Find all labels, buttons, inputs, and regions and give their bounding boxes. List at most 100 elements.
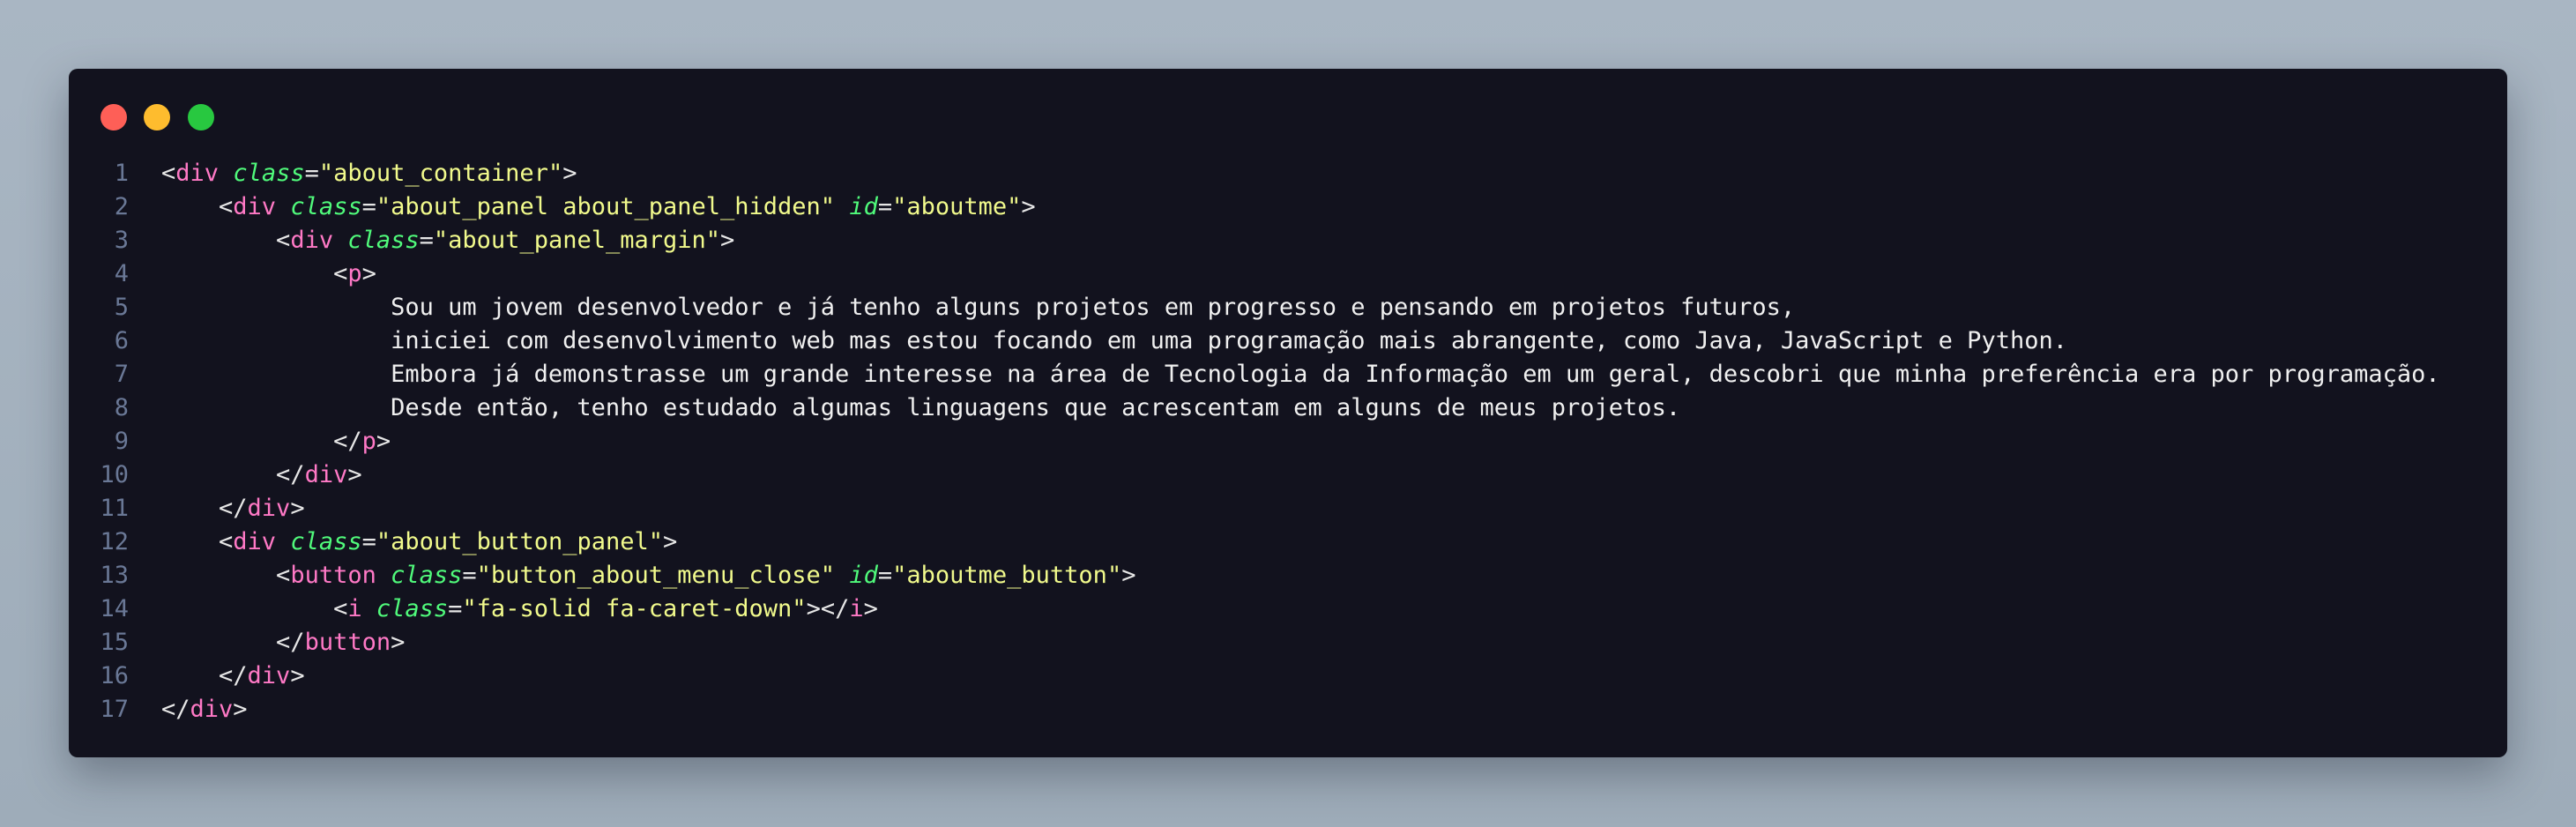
code-string: "about_container" xyxy=(318,160,563,187)
code-content: <div class="about_panel_margin"> xyxy=(161,224,734,257)
code-block: 1 <div class="about_container"> 2 <div cla… xyxy=(69,157,2507,726)
line-number: 10 xyxy=(100,461,129,488)
code-content: </div> xyxy=(161,659,305,693)
code-punctuation: = xyxy=(462,562,477,589)
line-number: 5 xyxy=(114,294,129,321)
code-tag-name: div xyxy=(175,160,220,187)
window-titlebar xyxy=(69,69,2507,157)
code-punctuation: > xyxy=(1121,562,1136,589)
code-tag-name: div xyxy=(304,461,348,488)
code-attribute: class xyxy=(233,160,305,187)
code-content: </div> xyxy=(161,492,305,525)
code-tag-name: div xyxy=(233,528,277,555)
code-string: "fa-solid fa-caret-down" xyxy=(462,595,807,622)
code-punctuation: < xyxy=(219,528,234,555)
code-window: 1 <div class="about_container"> 2 <div cla… xyxy=(69,69,2507,757)
code-content: </p> xyxy=(161,425,391,458)
code-content: <p> xyxy=(161,257,376,291)
code-content: <div class="about_container"> xyxy=(161,157,577,190)
code-punctuation: ></ xyxy=(806,595,850,622)
maximize-window-button[interactable] xyxy=(188,104,214,130)
code-punctuation: > xyxy=(233,696,248,723)
code-tag-name: button xyxy=(304,629,391,656)
code-string: "about_panel about_panel_hidden" xyxy=(376,193,836,220)
code-attribute: class xyxy=(347,227,420,254)
code-punctuation xyxy=(362,595,376,622)
code-punctuation: < xyxy=(276,227,291,254)
line-number: 12 xyxy=(100,528,129,555)
code-line: 4 <p> xyxy=(69,257,2507,291)
code-tag-name: div xyxy=(233,193,277,220)
code-line: 7 Embora já demonstrasse um grande inter… xyxy=(69,358,2507,391)
line-number: 11 xyxy=(100,495,129,522)
code-line: 9 </p> xyxy=(69,425,2507,458)
line-number: 13 xyxy=(100,562,129,589)
code-content: </div> xyxy=(161,458,362,492)
code-line: 16 </div> xyxy=(69,659,2507,693)
code-attribute: class xyxy=(290,193,362,220)
code-punctuation: = xyxy=(361,193,376,220)
code-line: 6 iniciei com desenvolvimento web mas es… xyxy=(69,324,2507,358)
code-tag-name: i xyxy=(347,595,362,622)
code-punctuation: < xyxy=(333,595,348,622)
code-text: iniciei com desenvolvimento web mas esto… xyxy=(391,327,2067,354)
code-punctuation: > xyxy=(391,629,406,656)
code-punctuation: </ xyxy=(333,428,362,455)
code-tag-name: div xyxy=(190,696,234,723)
code-punctuation xyxy=(276,528,290,555)
code-content: <div class="about_button_panel"> xyxy=(161,525,677,559)
code-content: </button> xyxy=(161,626,405,659)
code-punctuation: > xyxy=(1021,193,1036,220)
code-punctuation: > xyxy=(863,595,878,622)
code-punctuation: > xyxy=(720,227,735,254)
code-punctuation: = xyxy=(361,528,376,555)
code-punctuation xyxy=(219,160,233,187)
line-number: 2 xyxy=(114,193,129,220)
code-string: "about_panel_margin" xyxy=(433,227,721,254)
code-line: 2 <div class="about_panel about_panel_hi… xyxy=(69,190,2507,224)
code-line: 5 Sou um jovem desenvolvedor e já tenho … xyxy=(69,291,2507,324)
line-number: 1 xyxy=(114,160,129,187)
code-tag-name: i xyxy=(849,595,864,622)
code-punctuation: = xyxy=(877,193,893,220)
code-string: "aboutme_button" xyxy=(892,562,1122,589)
code-punctuation: < xyxy=(161,160,176,187)
close-window-button[interactable] xyxy=(101,104,127,130)
code-content: <button class="button_about_menu_close" … xyxy=(161,559,1135,592)
code-tag-name: div xyxy=(247,495,291,522)
code-punctuation: </ xyxy=(276,461,305,488)
code-punctuation: </ xyxy=(219,662,248,689)
code-tag-name: p xyxy=(347,260,362,287)
code-line: 1 <div class="about_container"> xyxy=(69,157,2507,190)
line-number: 8 xyxy=(114,394,129,421)
code-tag-name: p xyxy=(361,428,376,455)
code-line: 13 <button class="button_about_menu_clos… xyxy=(69,559,2507,592)
code-text: Desde então, tenho estudado algumas ling… xyxy=(391,394,1681,421)
code-punctuation: < xyxy=(333,260,348,287)
code-punctuation: > xyxy=(347,461,362,488)
minimize-window-button[interactable] xyxy=(144,104,170,130)
line-number: 7 xyxy=(114,361,129,388)
code-punctuation: </ xyxy=(276,629,305,656)
code-line: 8 Desde então, tenho estudado algumas li… xyxy=(69,391,2507,425)
code-line: 3 <div class="about_panel_margin"> xyxy=(69,224,2507,257)
code-tag-name: div xyxy=(247,662,291,689)
code-punctuation xyxy=(835,193,849,220)
line-number: 4 xyxy=(114,260,129,287)
code-punctuation: = xyxy=(304,160,319,187)
code-content: Embora já demonstrasse um grande interes… xyxy=(161,358,2440,391)
code-punctuation: = xyxy=(877,562,893,589)
code-punctuation: > xyxy=(290,495,305,522)
code-punctuation: = xyxy=(419,227,434,254)
code-punctuation: </ xyxy=(219,495,248,522)
code-punctuation xyxy=(376,562,391,589)
